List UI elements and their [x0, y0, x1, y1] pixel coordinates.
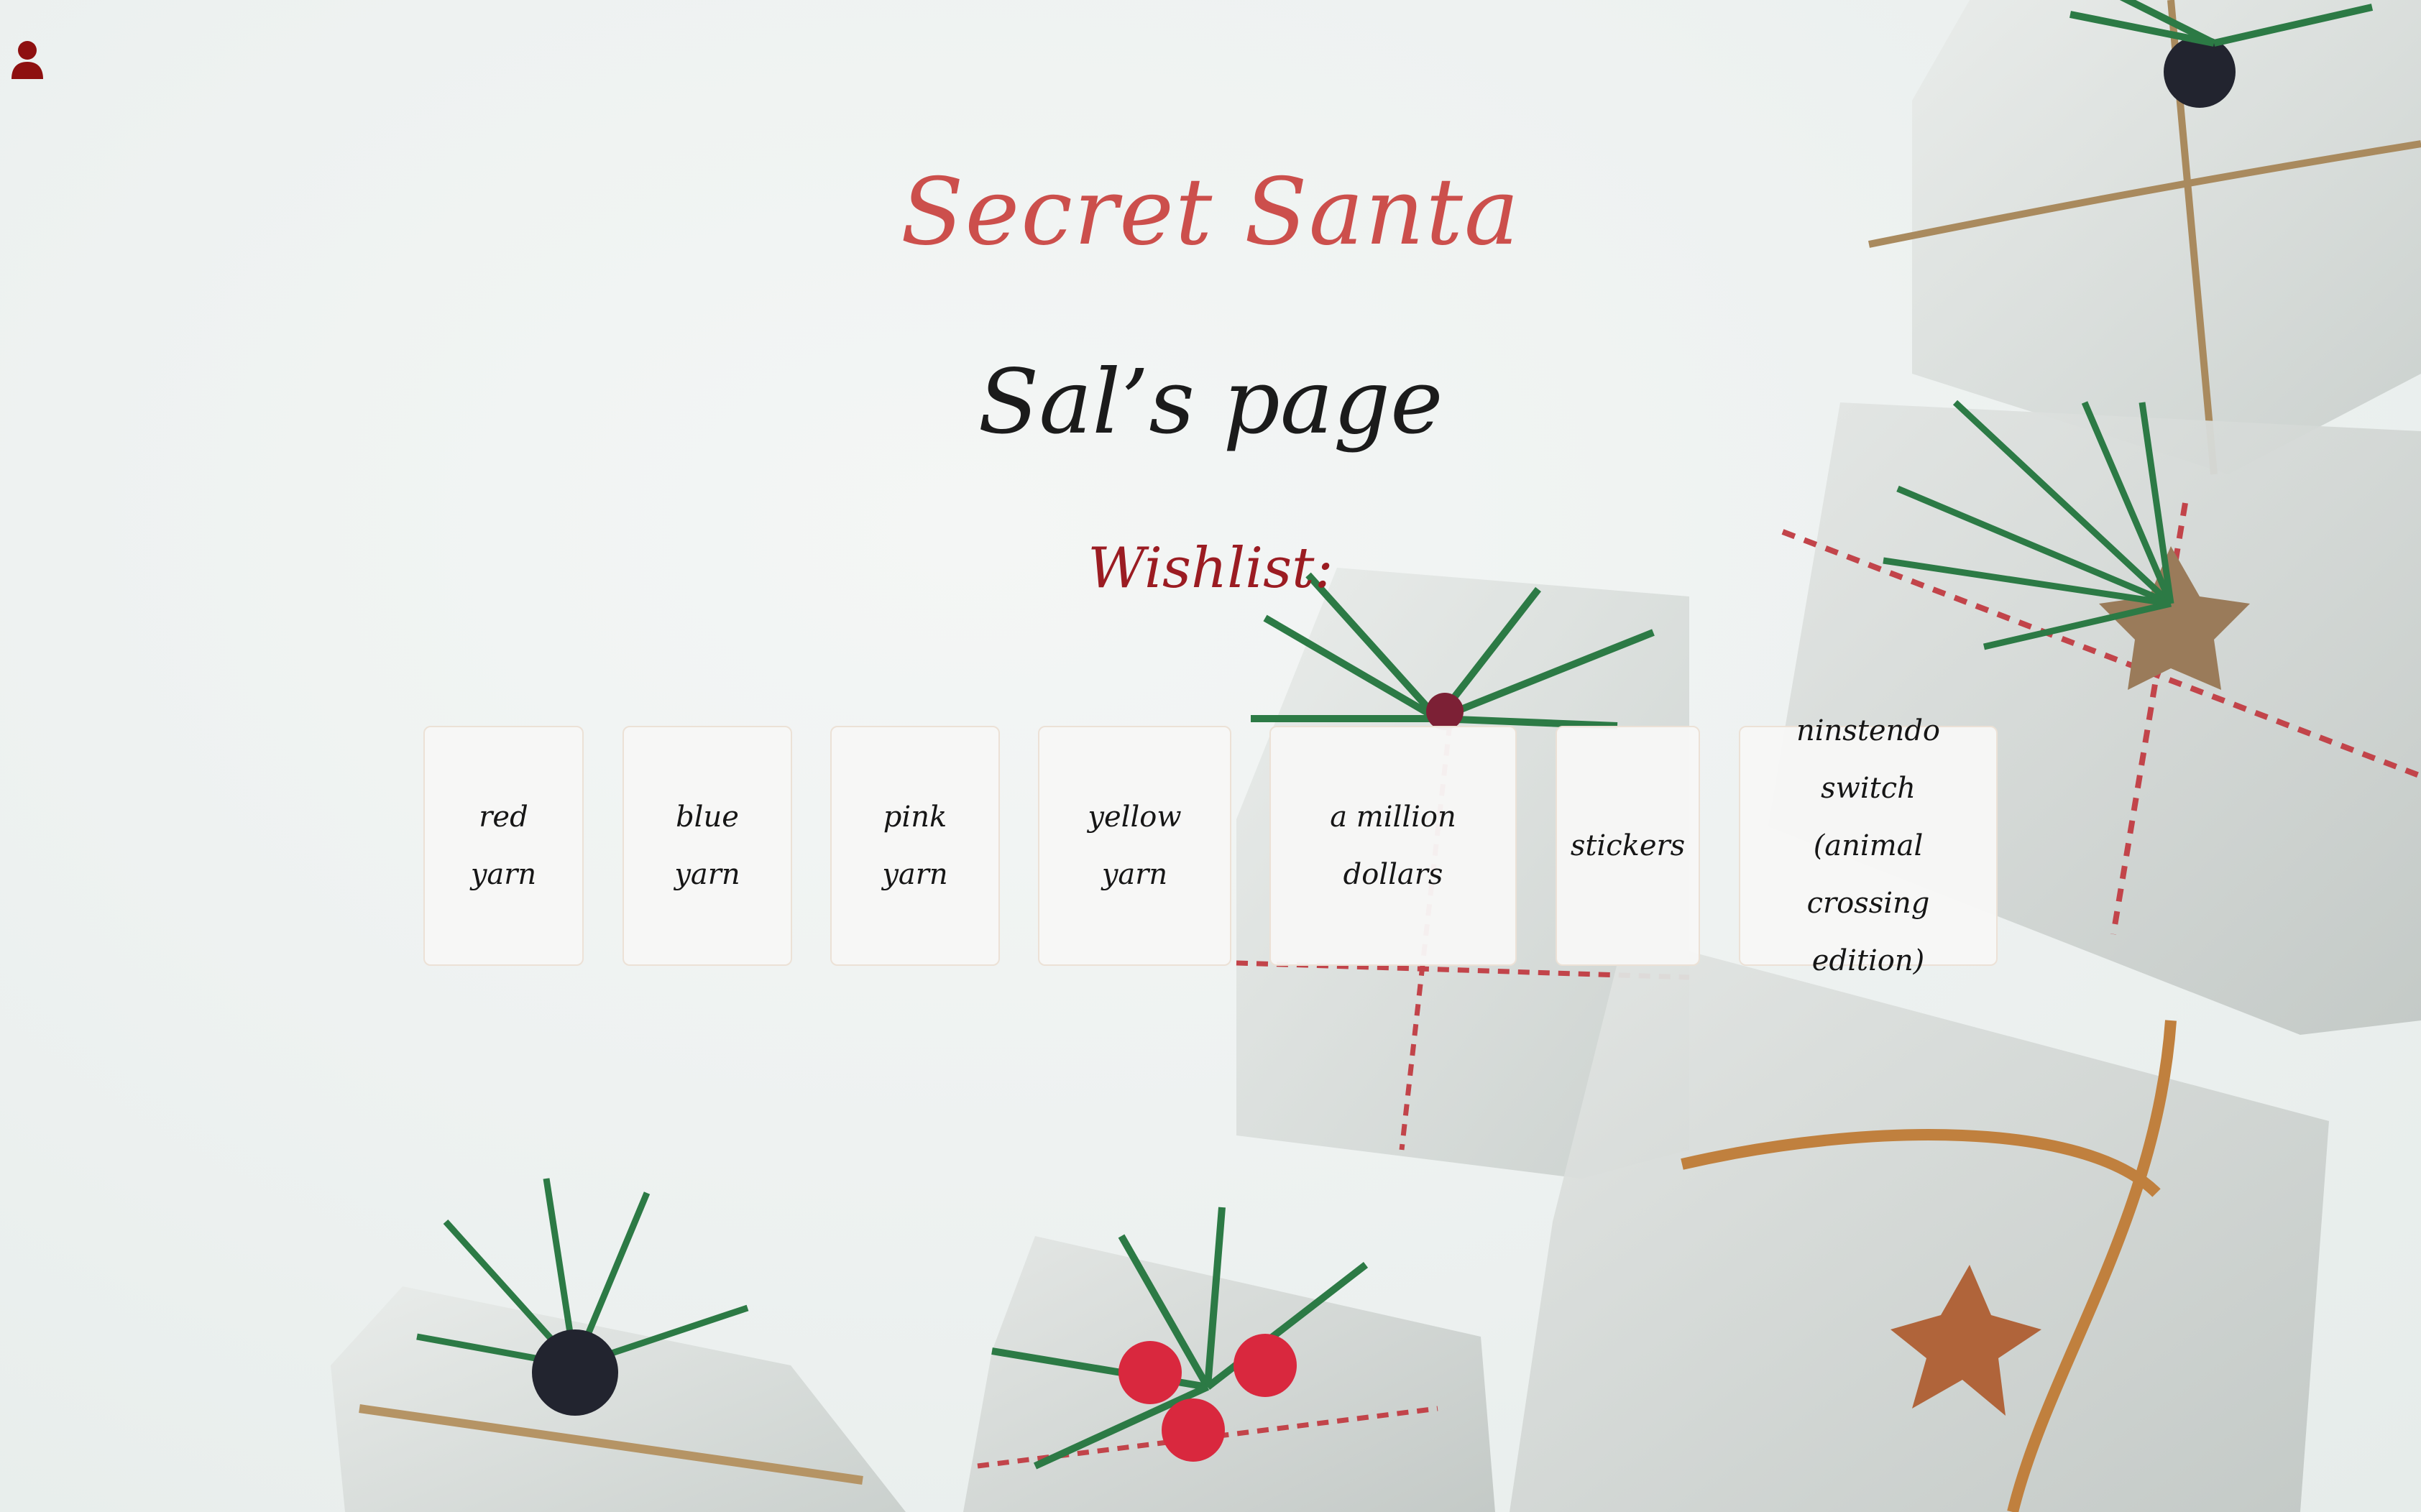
gift-box-bottom-center	[963, 1207, 1495, 1512]
wishlist-card[interactable]: stickers	[1556, 726, 1700, 966]
user-icon[interactable]	[10, 40, 45, 79]
wishlist-item-label: stickers	[1570, 829, 1686, 862]
wishlist-card[interactable]: blue yarn	[623, 726, 792, 966]
wishlist-item-label: pink yarn	[882, 801, 948, 891]
wishlist-card[interactable]: ninstendo switch (animal crossing editio…	[1739, 714, 1998, 977]
page-title: Sal’s page	[978, 351, 1443, 454]
gift-box-bottom-right	[1510, 934, 2329, 1512]
user-icon-glyph	[12, 41, 43, 79]
wishlist-card[interactable]: red yarn	[423, 726, 584, 966]
wishlist-item-label: yellow yarn	[1088, 801, 1182, 891]
wishlist-item-label: ninstendo switch (animal crossing editio…	[1796, 714, 1941, 977]
wishlist-item-label: blue yarn	[674, 801, 740, 891]
wishlist-item-label: a million dollars	[1330, 801, 1456, 891]
wishlist-item-label: red yarn	[470, 801, 537, 891]
wishlist-card[interactable]: a million dollars	[1269, 726, 1517, 966]
wishlist-card[interactable]: pink yarn	[830, 726, 1000, 966]
app-title[interactable]: Secret Santa	[0, 167, 2421, 259]
wishlist-heading: Wishlist:	[1088, 536, 1333, 601]
gift-box-bottom-left	[331, 1178, 906, 1512]
wishlist-card[interactable]: yellow yarn	[1038, 726, 1231, 966]
